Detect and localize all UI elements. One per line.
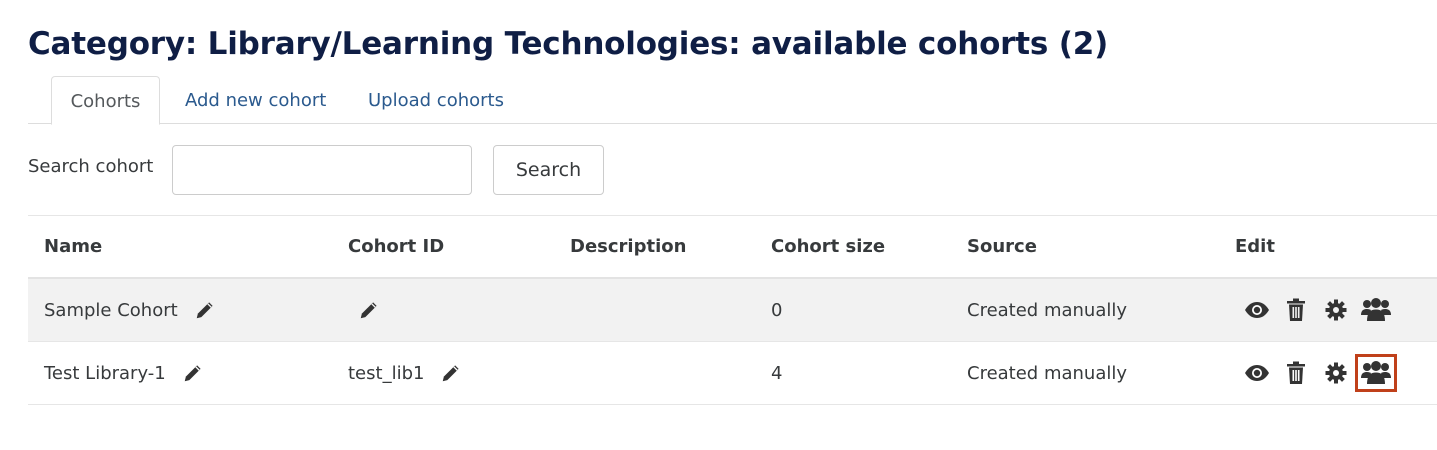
edit-cohort-id-pencil-icon[interactable]	[358, 299, 380, 321]
table-header-row: Name Cohort ID Description Cohort size S…	[28, 216, 1437, 279]
column-header-cohort-id: Cohort ID	[348, 236, 445, 257]
tab-upload-cohorts[interactable]: Upload cohorts	[368, 76, 504, 124]
column-header-source: Source	[967, 236, 1037, 257]
edit-name-pencil-icon[interactable]	[182, 362, 204, 384]
edit-name-pencil-icon[interactable]	[194, 299, 216, 321]
cohort-size-cell: 0	[771, 299, 783, 321]
column-header-edit: Edit	[1235, 236, 1275, 257]
source-cell: Created manually	[967, 299, 1128, 321]
search-button[interactable]: Search	[493, 145, 604, 195]
cohort-name-cell: Test Library-1	[44, 342, 204, 404]
users-icon[interactable]	[1361, 297, 1391, 323]
table-row: Test Library-1 test_lib1 4 Created manua…	[28, 342, 1437, 405]
column-header-name: Name	[44, 236, 103, 257]
cohort-name: Test Library-1	[44, 362, 166, 384]
trash-icon[interactable]	[1285, 360, 1307, 386]
page-title: Category: Library/Learning Technologies:…	[28, 26, 1109, 62]
cohort-id: test_lib1	[348, 362, 425, 384]
tab-cohorts[interactable]: Cohorts	[51, 76, 160, 125]
column-header-cohort-size: Cohort size	[771, 236, 886, 257]
trash-icon[interactable]	[1285, 297, 1307, 323]
eye-icon[interactable]	[1244, 360, 1270, 386]
tab-add-new-cohort[interactable]: Add new cohort	[185, 76, 326, 124]
users-icon[interactable]	[1355, 354, 1397, 392]
cohorts-table: Name Cohort ID Description Cohort size S…	[28, 215, 1437, 405]
eye-icon[interactable]	[1244, 297, 1270, 323]
source-cell: Created manually	[967, 362, 1128, 384]
cohort-name: Sample Cohort	[44, 299, 178, 321]
cohort-size-cell: 4	[771, 362, 783, 384]
column-header-description: Description	[570, 236, 687, 257]
gear-icon[interactable]	[1324, 361, 1348, 385]
cohort-id-cell	[348, 279, 380, 341]
table-row: Sample Cohort 0 Created manually	[28, 279, 1437, 342]
search-input[interactable]	[172, 145, 472, 195]
edit-cohort-id-pencil-icon[interactable]	[440, 362, 462, 384]
cohort-id-cell: test_lib1	[348, 342, 462, 404]
search-label: Search cohort	[28, 156, 154, 177]
gear-icon[interactable]	[1324, 298, 1348, 322]
cohort-tabs: Cohorts Add new cohort Upload cohorts	[28, 76, 1437, 125]
cohort-name-cell: Sample Cohort	[44, 279, 216, 341]
